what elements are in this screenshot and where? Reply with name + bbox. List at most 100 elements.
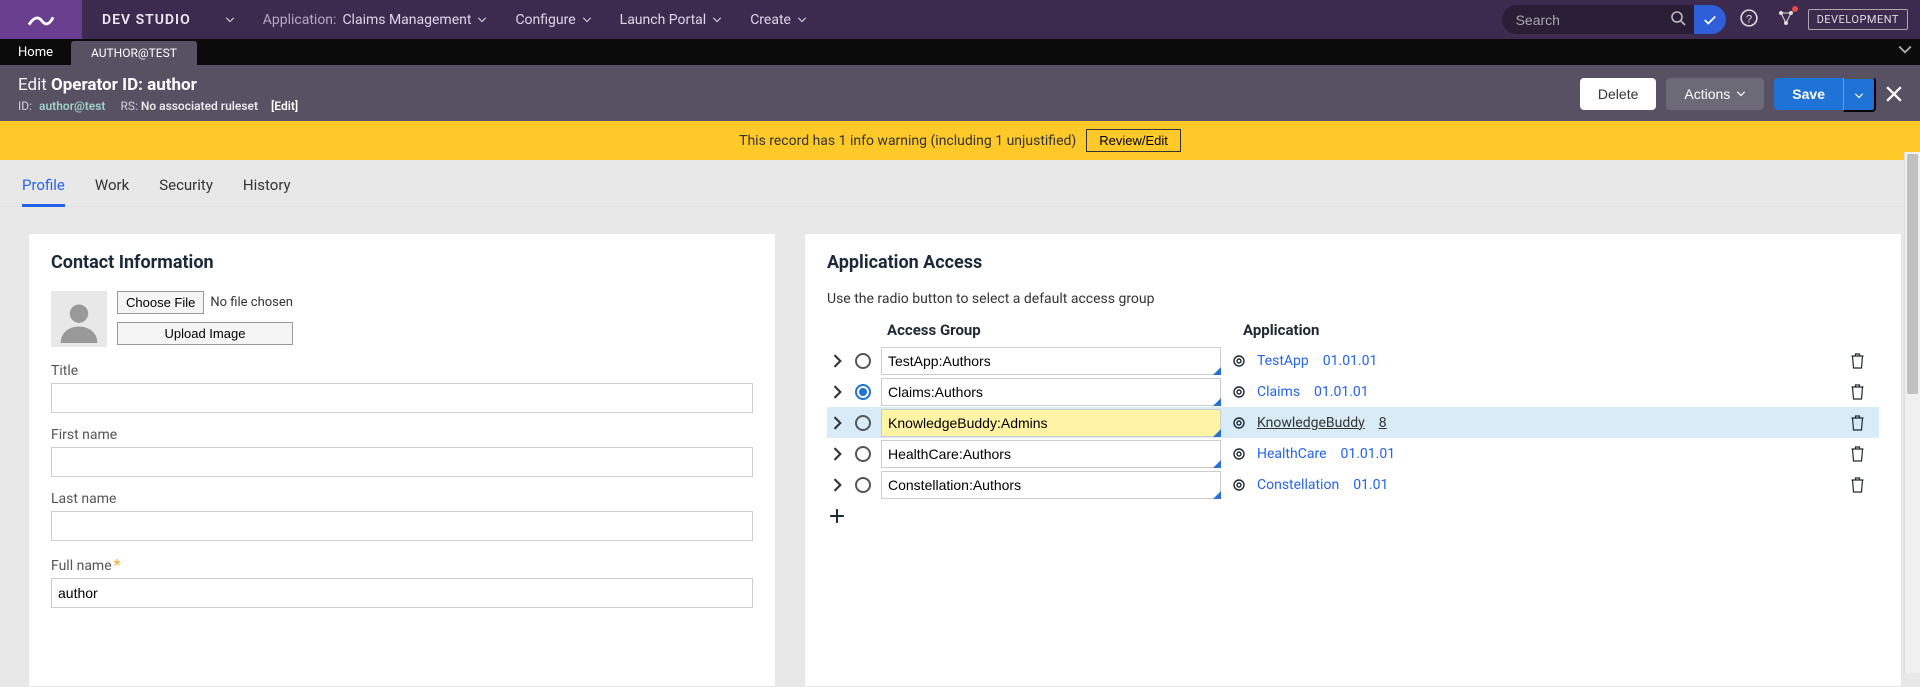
application-version[interactable]: 01.01.01 xyxy=(1314,384,1369,400)
gear-icon[interactable] xyxy=(1231,353,1247,369)
application-version[interactable]: 01.01.01 xyxy=(1323,353,1378,369)
create-menu[interactable]: Create xyxy=(736,0,821,39)
delete-button[interactable]: Delete xyxy=(1580,78,1656,110)
default-radio[interactable] xyxy=(855,446,871,462)
active-tab[interactable]: AUTHOR@TEST xyxy=(71,41,197,65)
gear-icon[interactable] xyxy=(1231,477,1247,493)
autocomplete-handle[interactable] xyxy=(1213,460,1221,468)
expand-icon[interactable] xyxy=(831,354,845,368)
id-value: author@test xyxy=(39,99,105,113)
default-radio[interactable] xyxy=(855,353,871,369)
autocomplete-handle[interactable] xyxy=(1213,398,1221,406)
title-label: Title xyxy=(51,363,753,379)
expand-icon[interactable] xyxy=(831,478,845,492)
id-label: ID: xyxy=(18,99,32,113)
actions-button[interactable]: Actions xyxy=(1666,78,1764,110)
default-radio[interactable] xyxy=(855,415,871,431)
resources-button[interactable] xyxy=(1772,4,1800,35)
title-input[interactable] xyxy=(51,383,753,413)
review-edit-button[interactable]: Review/Edit xyxy=(1086,129,1181,152)
ruleset-value: No associated ruleset xyxy=(141,99,258,113)
search-button[interactable] xyxy=(1662,10,1694,29)
application-version[interactable]: 01.01 xyxy=(1353,477,1388,493)
access-group-input[interactable] xyxy=(881,471,1221,499)
autocomplete-handle[interactable] xyxy=(1213,429,1221,437)
tabbar-expand-icon[interactable] xyxy=(1898,43,1912,57)
gear-icon[interactable] xyxy=(1231,384,1247,400)
search-icon xyxy=(1670,10,1686,26)
file-status: No file chosen xyxy=(210,295,293,310)
expand-icon[interactable] xyxy=(831,385,845,399)
search-input[interactable] xyxy=(1502,12,1662,28)
application-version[interactable]: 8 xyxy=(1379,415,1387,431)
scrollbar-thumb[interactable] xyxy=(1907,154,1918,394)
application-link[interactable]: Claims xyxy=(1257,384,1300,400)
full-name-input[interactable] xyxy=(51,578,753,608)
autocomplete-handle[interactable] xyxy=(1213,367,1221,375)
tab-work[interactable]: Work xyxy=(95,170,129,206)
gear-icon[interactable] xyxy=(1231,415,1247,431)
application-link[interactable]: KnowledgeBuddy xyxy=(1257,415,1365,431)
col-application: Application xyxy=(1243,321,1319,339)
tab-profile[interactable]: Profile xyxy=(22,170,65,207)
close-icon[interactable] xyxy=(1886,86,1902,102)
access-heading: Application Access xyxy=(827,252,1879,273)
tab-history[interactable]: History xyxy=(243,170,291,206)
access-group-input[interactable] xyxy=(881,378,1221,406)
add-row-button[interactable] xyxy=(829,508,845,524)
col-access-group: Access Group xyxy=(887,321,1243,339)
autocomplete-handle[interactable] xyxy=(1213,491,1221,499)
save-menu-button[interactable] xyxy=(1843,77,1876,112)
save-button[interactable]: Save xyxy=(1774,78,1843,110)
ruleset-label: RS: xyxy=(120,99,137,113)
contact-heading: Contact Information xyxy=(51,252,753,273)
application-label: Application: xyxy=(263,12,337,28)
access-help-text: Use the radio button to select a default… xyxy=(827,291,1879,307)
access-group-input[interactable] xyxy=(881,409,1221,437)
chevron-down-icon xyxy=(712,17,722,23)
delete-row-icon[interactable] xyxy=(1850,353,1865,369)
application-menu[interactable]: Application: Claims Management xyxy=(249,0,502,39)
chevron-down-icon xyxy=(1736,91,1746,97)
delete-row-icon[interactable] xyxy=(1850,415,1865,431)
page-title: Edit Operator ID: author xyxy=(18,75,298,95)
access-group-input[interactable] xyxy=(881,347,1221,375)
brand-logo[interactable] xyxy=(0,0,82,39)
application-link[interactable]: TestApp xyxy=(1257,353,1309,369)
gear-icon[interactable] xyxy=(1231,446,1247,462)
edit-ruleset-link[interactable]: [Edit] xyxy=(271,99,298,113)
delete-row-icon[interactable] xyxy=(1850,384,1865,400)
delete-row-icon[interactable] xyxy=(1850,477,1865,493)
application-name: Claims Management xyxy=(342,12,471,28)
warning-bar: This record has 1 info warning (includin… xyxy=(0,121,1920,160)
upload-image-button[interactable]: Upload Image xyxy=(117,322,293,345)
choose-file-button[interactable]: Choose File xyxy=(117,291,204,314)
search-submit-button[interactable] xyxy=(1694,5,1726,34)
application-version[interactable]: 01.01.01 xyxy=(1341,446,1396,462)
last-name-input[interactable] xyxy=(51,511,753,541)
tab-security[interactable]: Security xyxy=(159,170,213,206)
configure-menu[interactable]: Configure xyxy=(501,0,605,39)
application-link[interactable]: HealthCare xyxy=(1257,446,1327,462)
home-tab[interactable]: Home xyxy=(0,40,71,65)
default-radio[interactable] xyxy=(855,384,871,400)
application-link[interactable]: Constellation xyxy=(1257,477,1339,493)
brand-switcher[interactable] xyxy=(211,0,249,39)
application-access-panel: Application Access Use the radio button … xyxy=(804,233,1902,687)
scrollbar[interactable] xyxy=(1904,152,1920,673)
access-row: HealthCare 01.01.01 xyxy=(827,438,1879,469)
last-name-label: Last name xyxy=(51,491,753,507)
environment-badge: DEVELOPMENT xyxy=(1808,9,1908,30)
first-name-input[interactable] xyxy=(51,447,753,477)
expand-icon[interactable] xyxy=(831,447,845,461)
check-icon xyxy=(1703,13,1717,27)
help-button[interactable] xyxy=(1734,3,1764,36)
default-radio[interactable] xyxy=(855,477,871,493)
access-group-input[interactable] xyxy=(881,440,1221,468)
launch-portal-menu[interactable]: Launch Portal xyxy=(606,0,737,39)
expand-icon[interactable] xyxy=(831,416,845,430)
warning-text: This record has 1 info warning (includin… xyxy=(739,133,1076,149)
chevron-down-icon xyxy=(797,17,807,23)
delete-row-icon[interactable] xyxy=(1850,446,1865,462)
access-row: TestApp 01.01.01 xyxy=(827,345,1879,376)
